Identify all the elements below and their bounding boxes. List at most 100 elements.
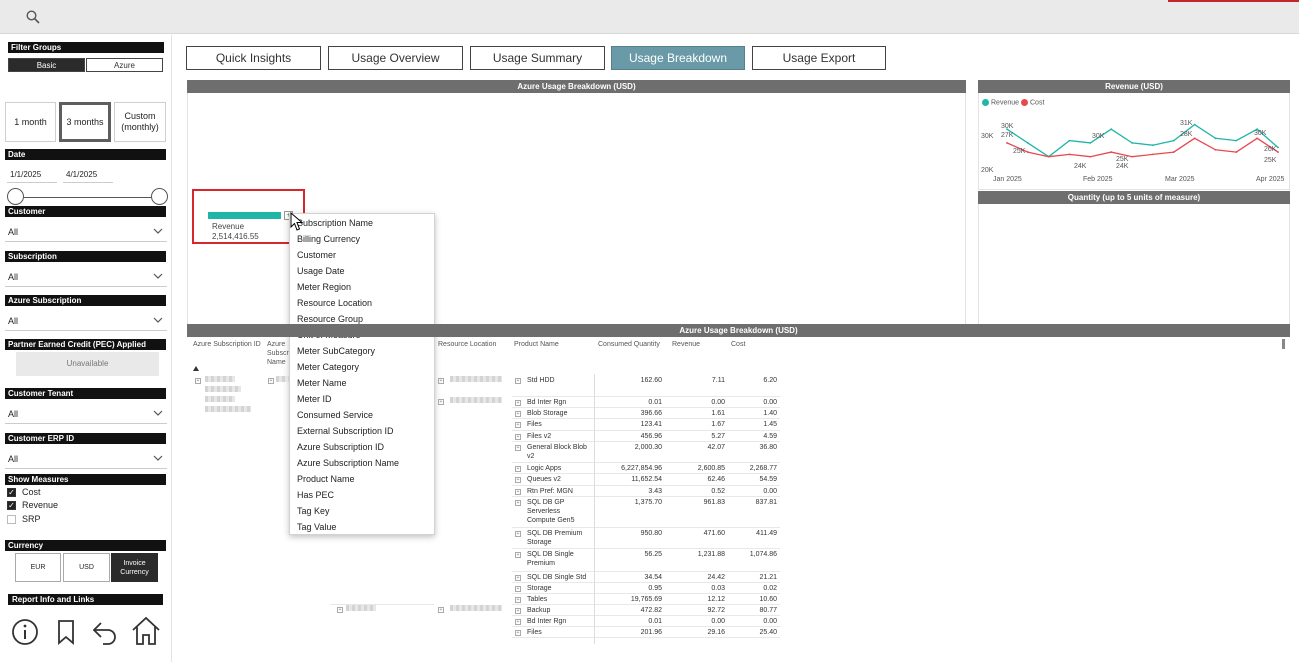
measure-cost-checkbox[interactable]: ✓ Cost	[7, 487, 41, 498]
data-point-cost[interactable]	[1110, 151, 1113, 153]
menu-item[interactable]: Has PEC	[297, 487, 334, 503]
data-point-cost[interactable]	[1193, 137, 1196, 140]
menu-item[interactable]: Meter SubCategory	[297, 343, 375, 359]
data-point-cost[interactable]	[1277, 151, 1279, 153]
currency-eur-button[interactable]: EUR	[15, 553, 61, 582]
expand-row-icon[interactable]: +	[438, 399, 444, 405]
data-point-cost[interactable]	[1235, 151, 1238, 153]
expand-row-icon[interactable]: +	[337, 607, 343, 613]
menu-item[interactable]: Meter Region	[297, 279, 351, 295]
col-resource-location[interactable]: Resource Location	[438, 340, 496, 349]
menu-item[interactable]: Subscription Name	[297, 215, 373, 231]
expand-row-icon[interactable]: +	[515, 630, 521, 636]
data-point-revenue[interactable]	[1068, 139, 1071, 142]
period-custom-button[interactable]: Custom (monthly)	[114, 102, 166, 142]
expand-row-icon[interactable]: +	[515, 445, 521, 451]
expand-row-icon[interactable]: +	[515, 411, 521, 417]
menu-item[interactable]: Meter ID	[297, 391, 332, 407]
table-scrollbar[interactable]	[1282, 339, 1285, 349]
customer-dropdown[interactable]: All	[5, 222, 167, 242]
bookmark-icon[interactable]	[52, 618, 80, 646]
menu-item[interactable]: Azure Subscription ID	[297, 439, 384, 455]
expand-row-icon[interactable]: +	[515, 597, 521, 603]
expand-row-icon[interactable]: +	[515, 422, 521, 428]
data-point-revenue[interactable]	[1110, 128, 1113, 131]
revenue-line-plot[interactable]	[1005, 120, 1280, 175]
menu-item[interactable]: Meter Category	[297, 359, 359, 375]
data-point-revenue[interactable]	[1089, 142, 1092, 144]
menu-item[interactable]: Usage Date	[297, 263, 345, 279]
data-point-revenue[interactable]	[1193, 123, 1196, 126]
expand-row-icon[interactable]: +	[515, 552, 521, 558]
menu-item[interactable]: Tag Key	[297, 503, 330, 519]
expand-row-icon[interactable]: +	[438, 378, 444, 384]
data-point-revenue[interactable]	[1235, 139, 1238, 142]
customer-tenant-dropdown[interactable]: All	[5, 404, 167, 424]
info-icon[interactable]	[11, 618, 39, 646]
data-point-cost[interactable]	[1089, 155, 1092, 158]
data-point-revenue[interactable]	[1131, 142, 1133, 144]
date-to-input[interactable]: 4/1/2025	[63, 167, 113, 183]
data-point-revenue[interactable]	[1172, 139, 1175, 142]
customer-erp-dropdown[interactable]: All	[5, 449, 167, 469]
data-point-cost[interactable]	[1047, 155, 1050, 158]
azure-subscription-dropdown[interactable]: All	[5, 311, 167, 331]
data-point-cost[interactable]	[1006, 142, 1008, 144]
menu-item[interactable]: Azure Subscription Name	[297, 455, 399, 471]
data-point-revenue[interactable]	[1152, 144, 1154, 147]
col-product-name[interactable]: Product Name	[514, 340, 559, 349]
tab-quick-insights[interactable]: Quick Insights	[186, 46, 321, 70]
expand-row-icon[interactable]: +	[268, 378, 274, 384]
data-point-cost[interactable]	[1068, 153, 1071, 156]
data-point-cost[interactable]	[1152, 153, 1154, 156]
data-point-cost[interactable]	[1026, 151, 1029, 153]
date-slider-start-handle[interactable]	[7, 188, 24, 205]
expand-row-icon[interactable]: +	[515, 466, 521, 472]
group-basic-button[interactable]: Basic	[8, 58, 85, 72]
sort-up-icon[interactable]	[193, 366, 199, 371]
expand-row-icon[interactable]: +	[515, 434, 521, 440]
date-slider-end-handle[interactable]	[151, 188, 168, 205]
expand-row-icon[interactable]: +	[438, 607, 444, 613]
col-consumed-quantity[interactable]: Consumed Quantity	[598, 340, 660, 349]
home-icon[interactable]	[130, 615, 162, 647]
tab-usage-summary[interactable]: Usage Summary	[470, 46, 605, 70]
tab-usage-breakdown[interactable]: Usage Breakdown	[611, 46, 745, 70]
date-slider-track[interactable]	[16, 197, 160, 198]
period-3-months-button[interactable]: 3 months	[59, 102, 111, 142]
search-icon[interactable]	[26, 10, 40, 24]
col-revenue[interactable]: Revenue	[672, 340, 700, 349]
expand-row-icon[interactable]: +	[515, 608, 521, 614]
expand-row-icon[interactable]: +	[515, 531, 521, 537]
data-point-revenue[interactable]	[1277, 146, 1279, 149]
measure-revenue-checkbox[interactable]: ✓ Revenue	[7, 500, 58, 511]
menu-item[interactable]: Billing Currency	[297, 231, 360, 247]
menu-item[interactable]: Resource Location	[297, 295, 372, 311]
expand-row-icon[interactable]: +	[515, 489, 521, 495]
data-point-revenue[interactable]	[1026, 142, 1029, 144]
expand-row-icon[interactable]: +	[515, 378, 521, 384]
subscription-dropdown[interactable]: All	[5, 267, 167, 287]
currency-invoice-button[interactable]: Invoice Currency	[111, 553, 158, 582]
expand-row-icon[interactable]: +	[515, 575, 521, 581]
revenue-bar[interactable]	[208, 212, 281, 219]
col-azure-subscription-id[interactable]: Azure Subscription ID	[193, 340, 263, 349]
data-point-cost[interactable]	[1172, 151, 1175, 153]
group-azure-button[interactable]: Azure	[86, 58, 163, 72]
menu-item[interactable]: Meter Name	[297, 375, 347, 391]
expand-row-icon[interactable]: +	[515, 619, 521, 625]
measure-srp-checkbox[interactable]: SRP	[7, 514, 41, 525]
back-icon[interactable]	[91, 618, 119, 646]
expand-row-icon[interactable]: +	[515, 586, 521, 592]
currency-usd-button[interactable]: USD	[63, 553, 110, 582]
expand-row-icon[interactable]: +	[195, 378, 201, 384]
expand-row-icon[interactable]: +	[515, 400, 521, 406]
series-line-cost[interactable]	[1006, 137, 1279, 158]
data-point-cost[interactable]	[1256, 137, 1259, 140]
data-point-cost[interactable]	[1214, 148, 1217, 151]
period-1-month-button[interactable]: 1 month	[5, 102, 56, 142]
col-azure-subscription-name[interactable]: Azure Subscription Name	[267, 340, 289, 368]
menu-item[interactable]: Consumed Service	[297, 407, 373, 423]
expand-row-icon[interactable]: +	[515, 477, 521, 483]
col-cost[interactable]: Cost	[731, 340, 745, 349]
